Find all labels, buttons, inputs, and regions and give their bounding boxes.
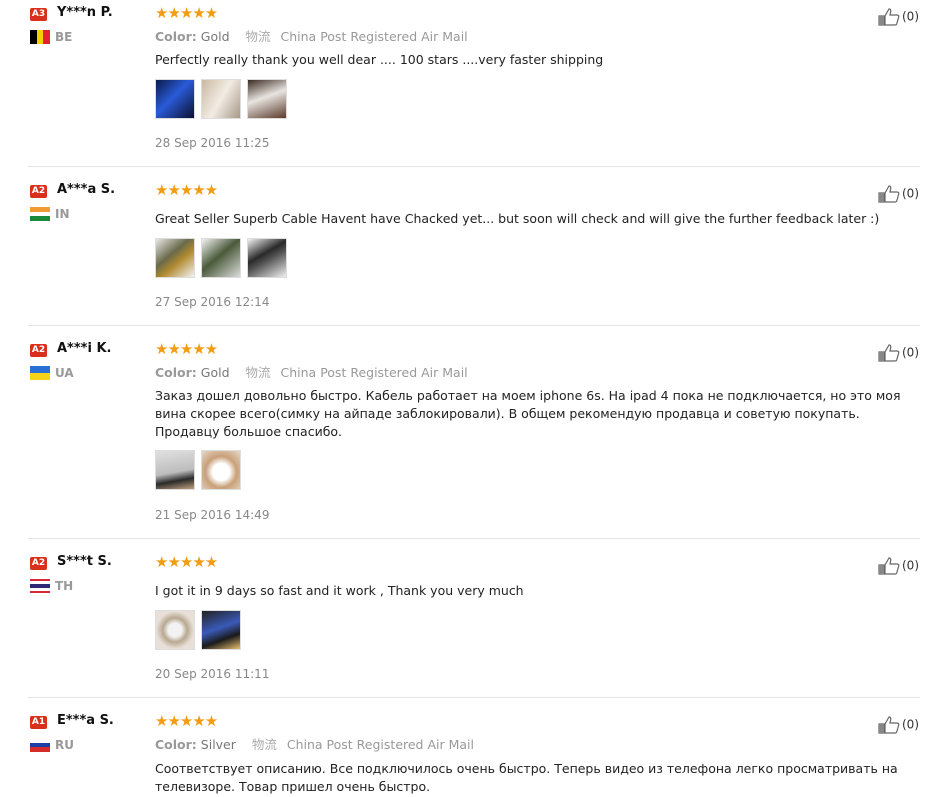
country-flag-icon [30,366,50,380]
buyer-name: Y***n P. [57,5,113,20]
buyer-country: UA [55,366,74,380]
review-divider [28,538,920,539]
review-date: 21 Sep 2016 14:49 [155,508,270,522]
buyer-country: BE [55,30,73,44]
buyer-level-badge: A2 [30,344,47,357]
buyer-country: RU [55,738,74,752]
photo-gallery [155,238,293,280]
review-divider [28,166,920,167]
review-photo[interactable] [201,610,241,650]
shipping-method: China Post Registered Air Mail [286,737,474,752]
helpful-count: (0) [902,345,919,360]
helpful-button[interactable]: (0) [878,185,919,203]
helpful-count: (0) [902,186,919,201]
review-divider [28,697,920,698]
thumbs-up-icon [878,557,900,575]
review-photo[interactable] [155,610,195,650]
order-attributes: Color: Silver 物流 China Post Registered A… [155,734,474,753]
review-divider [28,325,920,326]
color-value: Gold [200,365,230,380]
helpful-button[interactable]: (0) [878,716,919,734]
feedback-text: Соответствует описанию. Все подключилось… [155,761,898,794]
buyer-level-badge: A2 [30,185,47,198]
review-photo[interactable] [247,238,287,278]
color-label: Color: [155,365,197,380]
order-attributes: Color: Gold 物流 China Post Registered Air… [155,26,468,45]
color-value: Gold [200,29,230,44]
shipping-method: China Post Registered Air Mail [280,29,468,44]
review-photo[interactable] [247,79,287,119]
review-photo[interactable] [201,79,241,119]
helpful-count: (0) [902,717,919,732]
star-rating: ★★★★★ [155,553,218,571]
review-photo[interactable] [155,238,195,278]
buyer-name: E***a S. [57,713,114,728]
review-photo[interactable] [155,450,195,490]
helpful-button[interactable]: (0) [878,8,919,26]
buyer-name: A***i K. [57,341,112,356]
buyer-level-badge: A1 [30,716,47,729]
logistics-label: 物流 [251,737,277,752]
feedback-text: I got it in 9 days so fast and it work ,… [155,583,524,598]
review-photo[interactable] [155,79,195,119]
logistics-label: 物流 [245,365,271,380]
buyer-name: S***t S. [57,554,112,569]
thumbs-up-icon [878,8,900,26]
star-rating: ★★★★★ [155,181,218,199]
star-rating: ★★★★★ [155,4,218,22]
photo-gallery [155,79,293,121]
logistics-label: 物流 [245,29,271,44]
color-label: Color: [155,29,197,44]
country-flag-icon [30,30,50,44]
color-value: Silver [200,737,236,752]
review-photo[interactable] [201,238,241,278]
thumbs-up-icon [878,344,900,362]
star-rating: ★★★★★ [155,712,218,730]
buyer-level-badge: A2 [30,557,47,570]
feedback-text: Заказ дошел довольно быстро. Кабель рабо… [155,388,901,439]
feedback-text: Perfectly really thank you well dear ...… [155,52,604,67]
review-date: 20 Sep 2016 11:11 [155,667,270,681]
country-flag-icon [30,207,50,221]
star-rating: ★★★★★ [155,340,218,358]
buyer-level-badge: A3 [30,8,47,21]
helpful-count: (0) [902,558,919,573]
review-date: 27 Sep 2016 12:14 [155,295,270,309]
helpful-count: (0) [902,9,919,24]
photo-gallery [155,450,247,492]
review-date: 28 Sep 2016 11:25 [155,136,270,150]
helpful-button[interactable]: (0) [878,344,919,362]
buyer-country: IN [55,207,70,221]
feedback-text: Great Seller Superb Cable Havent have Ch… [155,211,880,226]
buyer-country: TH [55,579,74,593]
shipping-method: China Post Registered Air Mail [280,365,468,380]
review-photo[interactable] [201,450,241,490]
helpful-button[interactable]: (0) [878,557,919,575]
country-flag-icon [30,579,50,593]
buyer-name: A***a S. [57,182,116,197]
country-flag-icon [30,738,50,752]
photo-gallery [155,610,247,652]
thumbs-up-icon [878,185,900,203]
order-attributes: Color: Gold 物流 China Post Registered Air… [155,362,468,381]
thumbs-up-icon [878,716,900,734]
color-label: Color: [155,737,197,752]
